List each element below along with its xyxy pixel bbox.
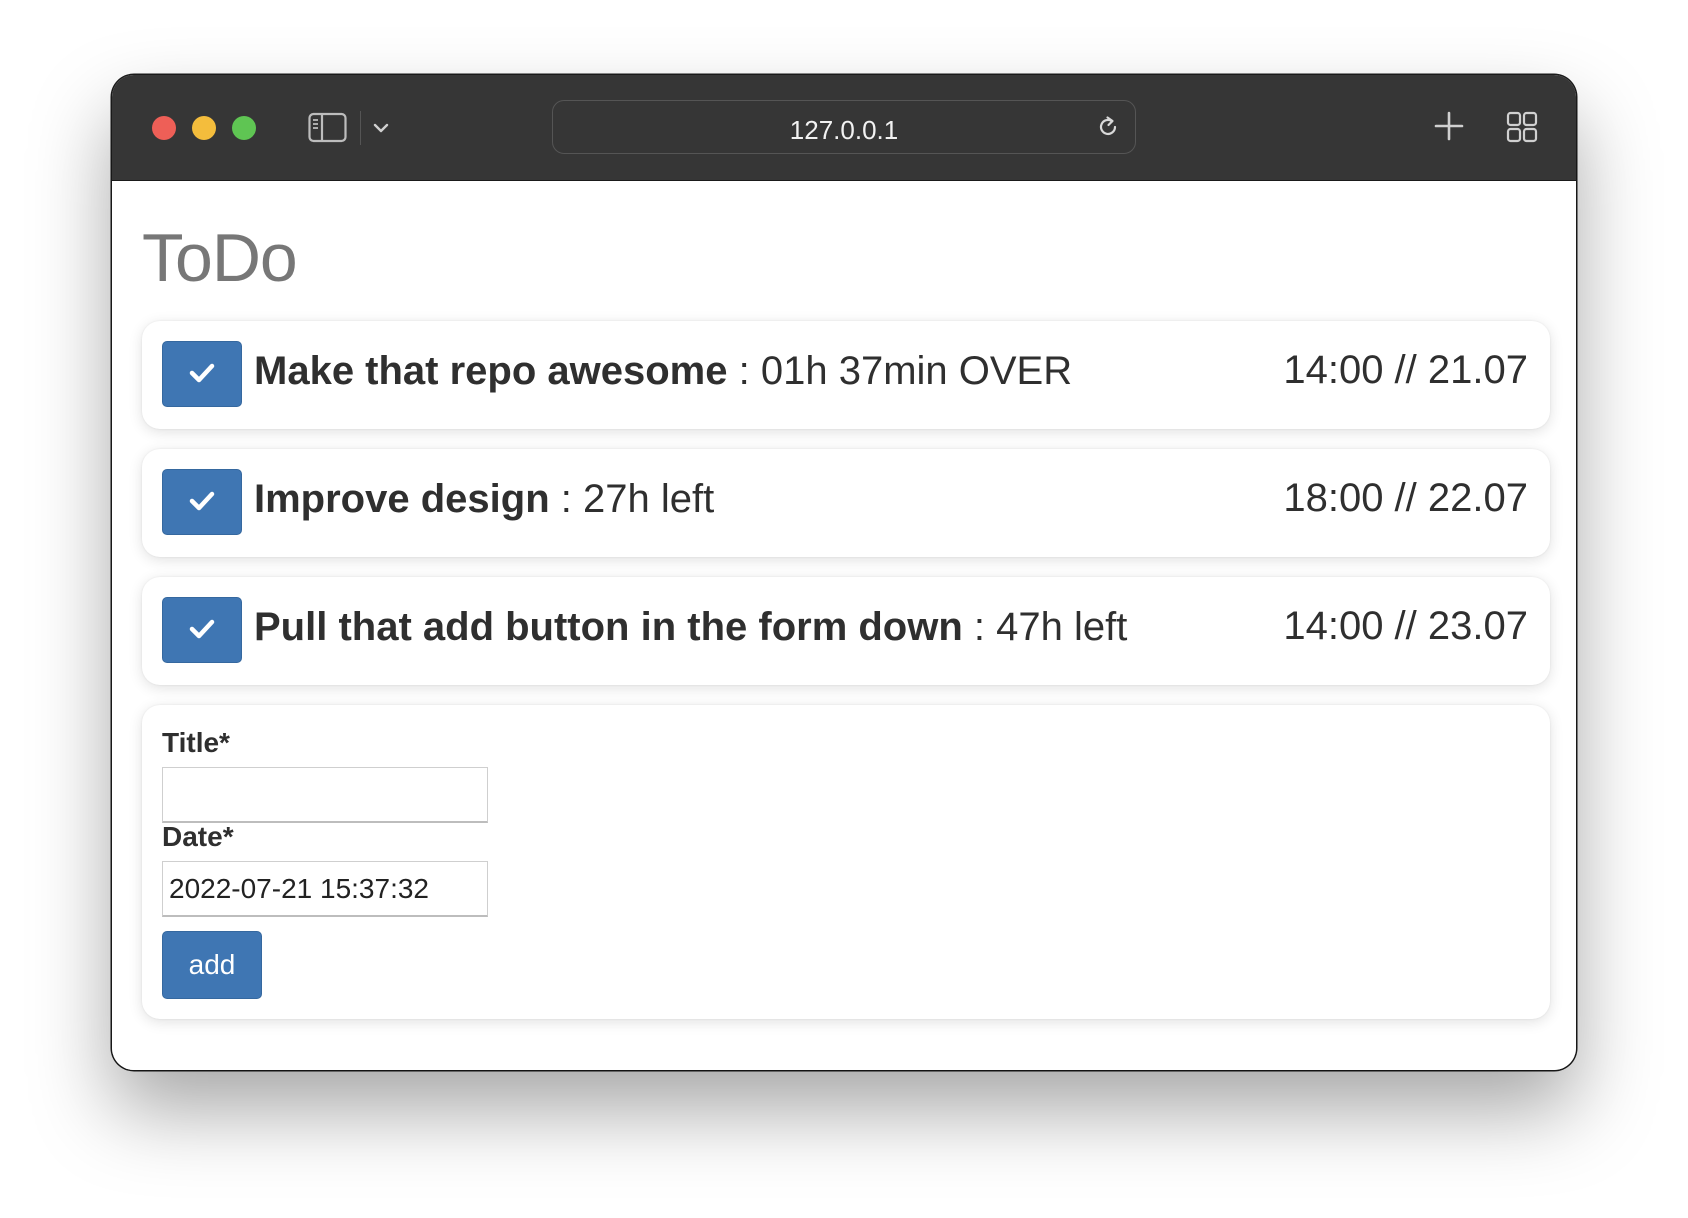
complete-todo-button[interactable] [162,597,242,663]
reload-icon[interactable] [1095,114,1121,140]
add-todo-form: Title* Date* add [142,705,1550,1019]
check-icon [189,363,215,383]
toolbar-divider [360,111,361,145]
todo-item: Make that repo awesome : 01h 37min OVER … [142,321,1550,429]
todo-title: Pull that add button in the form down [254,605,963,649]
title-input[interactable] [162,767,488,823]
complete-todo-button[interactable] [162,469,242,535]
address-bar[interactable]: 127.0.0.1 [552,100,1136,154]
check-icon [189,491,215,511]
title-label: Title* [162,727,230,758]
todo-item: Pull that add button in the form down : … [142,577,1550,685]
todo-due-date: 14:00 // 21.07 [1283,348,1528,392]
browser-toolbar: 127.0.0.1 [112,75,1576,181]
sidebar-icon[interactable] [308,112,348,144]
todo-separator: : [549,477,583,521]
plus-icon[interactable] [1432,109,1466,143]
todo-status: 27h left [582,477,715,521]
todo-title: Make that repo awesome [254,349,728,393]
check-icon [189,619,215,639]
todo-text: Make that repo awesome : 01h 37min OVER [254,349,1072,394]
complete-todo-button[interactable] [162,341,242,407]
browser-window: 127.0.0.1 ToDo Make that repo awesome: … [112,75,1576,1070]
todo-title: Improve design [254,477,550,521]
todo-separator: : [962,605,997,649]
date-input[interactable] [162,861,488,917]
page-title: ToDo [142,220,298,296]
todo-status: 47h left [996,605,1128,649]
minimize-window-button[interactable] [192,116,216,140]
chevron-down-icon[interactable] [370,117,392,139]
page-content: ToDo Make that repo awesome : 01h 37min … [112,181,1576,1070]
todo-item: Improve design : 27h left 18:00 // 22.07 [142,449,1550,557]
todo-text: Pull that add button in the form down : … [254,605,1127,650]
tab-overview-icon[interactable] [1505,110,1539,144]
url-text: 127.0.0.1 [789,115,899,145]
todo-status: 01h 37min OVER [760,349,1073,393]
zoom-window-button[interactable] [232,116,256,140]
todo-separator: : [727,349,761,393]
close-window-button[interactable] [152,116,176,140]
todo-text: Improve design : 27h left [254,477,714,522]
todo-due-date: 14:00 // 23.07 [1283,604,1528,648]
add-button[interactable]: add [162,931,262,999]
date-label: Date* [162,821,234,852]
todo-due-date: 18:00 // 22.07 [1283,476,1528,520]
